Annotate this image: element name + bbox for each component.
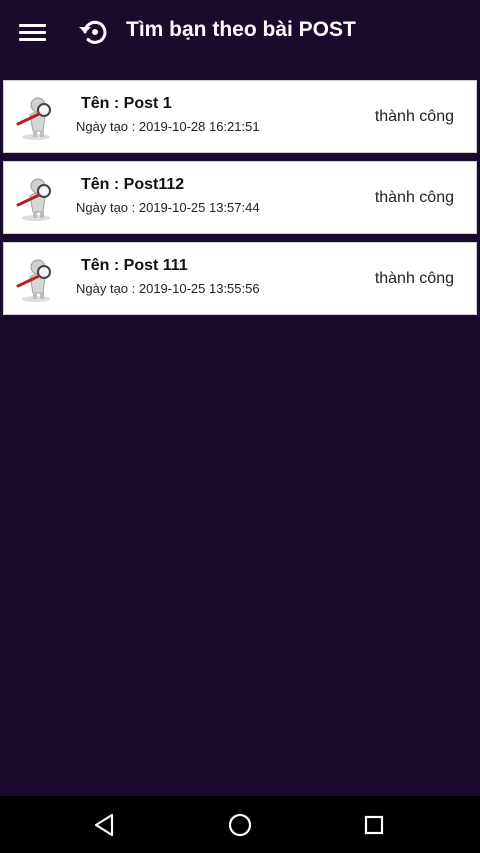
post-list: Tên : Post 1 Ngày tạo : 2019-10-28 16:21… — [3, 80, 477, 323]
list-item[interactable]: Tên : Post 1 Ngày tạo : 2019-10-28 16:21… — [3, 80, 477, 153]
page-title: Tìm bạn theo bài POST — [126, 18, 356, 41]
home-icon[interactable] — [224, 809, 256, 841]
status-text: thành công — [374, 270, 454, 287]
post-date: Ngày tạo : 2019-10-28 16:21:51 — [76, 119, 260, 134]
post-date: Ngày tạo : 2019-10-25 13:57:44 — [76, 200, 260, 215]
screen: Tìm bạn theo bài POST Tên : Post 1 Ngày … — [0, 0, 480, 853]
magnifier-person-icon — [16, 178, 51, 221]
list-item[interactable]: Tên : Post112 Ngày tạo : 2019-10-25 13:5… — [3, 161, 477, 234]
hamburger-menu-line — [19, 38, 46, 41]
back-icon[interactable] — [89, 809, 121, 841]
history-icon[interactable] — [76, 14, 112, 50]
hamburger-menu-icon — [19, 24, 46, 27]
hamburger-menu-line — [19, 31, 46, 34]
post-name: Tên : Post 1 — [81, 95, 172, 112]
system-nav-bar — [0, 796, 480, 853]
app-bar: Tìm bạn theo bài POST — [0, 0, 480, 66]
magnifier-person-icon — [16, 97, 51, 140]
recents-icon[interactable] — [358, 809, 390, 841]
post-name: Tên : Post112 — [81, 176, 185, 193]
post-date: Ngày tạo : 2019-10-25 13:55:56 — [76, 281, 260, 296]
status-text: thành công — [374, 108, 454, 125]
status-text: thành công — [374, 189, 454, 206]
magnifier-person-icon — [16, 259, 51, 302]
menu-button[interactable] — [14, 18, 52, 48]
post-name: Tên : Post 111 — [81, 257, 188, 274]
list-item[interactable]: Tên : Post 111 Ngày tạo : 2019-10-25 13:… — [3, 242, 477, 315]
